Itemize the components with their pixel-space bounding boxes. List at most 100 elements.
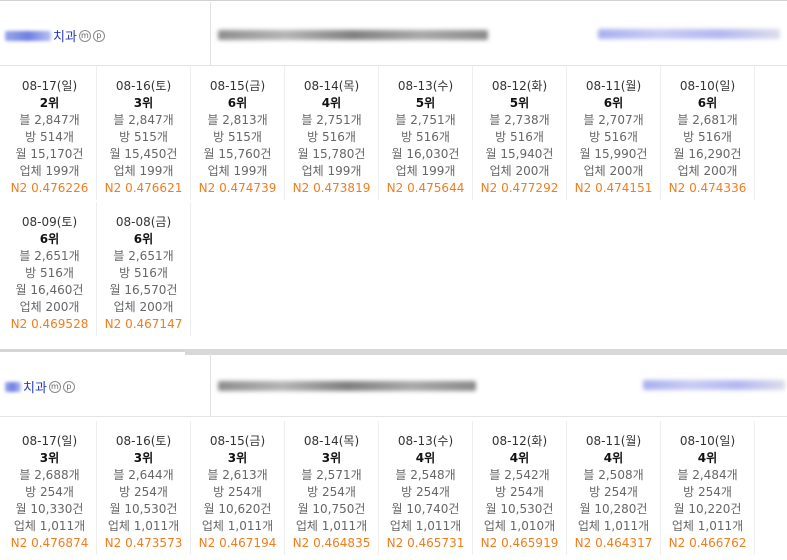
cell-n2-score: N2 0.465731 [386, 536, 465, 550]
redacted-keyword [598, 29, 780, 39]
cell-rank: 5위 [415, 96, 436, 110]
cell-bang-count: 방 254개 [495, 485, 544, 499]
cell-bang-count: 방 516개 [307, 130, 356, 144]
cell-n2-score: N2 0.477292 [480, 181, 559, 195]
cell-blog-count: 블 2,484개 [677, 468, 738, 482]
cell-date: 08-15(금) [209, 79, 266, 93]
cell-business-count: 업체 1,011개 [13, 519, 86, 533]
cell-monthly-count: 월 16,460건 [15, 283, 84, 297]
cell-date: 08-12(화) [491, 434, 548, 448]
cell-rank: 3위 [133, 451, 154, 465]
cell-bang-count: 방 516개 [119, 266, 168, 280]
cell-date: 08-15(금) [209, 434, 266, 448]
cell-monthly-count: 월 15,780건 [297, 147, 366, 161]
header-bottom-rule [0, 416, 787, 417]
cell-business-count: 업체 200개 [19, 300, 80, 314]
header-separator [210, 2, 211, 66]
daily-stat-cell: 08-13(수) 5위 블 2,751개 방 516개 월 16,030건 업체 199개… [379, 66, 473, 200]
cell-n2-score: N2 0.473819 [292, 181, 371, 195]
cell-business-count: 업체 1,010개 [483, 519, 556, 533]
cell-date: 08-14(목) [303, 79, 360, 93]
pc-p-icon[interactable]: p [62, 380, 75, 393]
mobile-m-icon[interactable]: m [78, 29, 91, 42]
cell-blog-count: 블 2,847개 [19, 113, 80, 127]
cell-monthly-count: 월 10,330건 [15, 502, 84, 516]
cell-rank: 6위 [133, 232, 154, 246]
daily-stat-cell: 08-11(월) 6위 블 2,707개 방 516개 월 15,990건 업체 200개… [567, 66, 661, 200]
clinic-name-suffix[interactable]: 치과 [23, 377, 47, 396]
cell-monthly-count: 월 15,450건 [109, 147, 178, 161]
cell-rank: 6위 [39, 232, 60, 246]
daily-stat-cell: 08-08(금) 6위 블 2,651개 방 516개 월 16,570건 업체 200개… [97, 202, 191, 336]
cell-business-count: 업체 199개 [113, 164, 174, 178]
daily-stat-cell: 08-17(일) 2위 블 2,847개 방 514개 월 15,170건 업체 199개… [3, 66, 97, 200]
clinic-link[interactable]: 치과 m p [5, 26, 105, 45]
cell-rank: 4위 [603, 451, 624, 465]
cell-rank: 6위 [603, 96, 624, 110]
cell-rank: 4위 [415, 451, 436, 465]
cell-n2-score: N2 0.474151 [574, 181, 653, 195]
cell-bang-count: 방 254개 [589, 485, 638, 499]
cell-n2-score: N2 0.476226 [10, 181, 89, 195]
daily-stat-cell: 08-16(토) 3위 블 2,847개 방 515개 월 15,450건 업체 199개… [97, 66, 191, 200]
cell-bang-count: 방 254개 [401, 485, 450, 499]
cell-monthly-count: 월 10,280건 [579, 502, 648, 516]
cell-bang-count: 방 515개 [213, 130, 262, 144]
cell-n2-score: N2 0.464317 [574, 536, 653, 550]
cell-n2-score: N2 0.476874 [10, 536, 89, 550]
cell-date: 08-13(수) [397, 79, 454, 93]
cell-n2-score: N2 0.473573 [104, 536, 183, 550]
cell-monthly-count: 월 15,760건 [203, 147, 272, 161]
cell-date: 08-13(수) [397, 434, 454, 448]
cell-monthly-count: 월 16,030건 [391, 147, 460, 161]
cell-n2-score: N2 0.467194 [198, 536, 277, 550]
cell-blog-count: 블 2,681개 [677, 113, 738, 127]
cell-n2-score: N2 0.466762 [668, 536, 747, 550]
section-divider [0, 0, 787, 1]
daily-stat-cell: 08-09(토) 6위 블 2,651개 방 516개 월 16,460건 업체 200개… [3, 202, 97, 336]
cell-bang-count: 방 516개 [495, 130, 544, 144]
cell-monthly-count: 월 15,170건 [15, 147, 84, 161]
cell-blog-count: 블 2,548개 [395, 468, 456, 482]
cell-business-count: 업체 199개 [207, 164, 268, 178]
redacted-url [218, 381, 476, 391]
cell-business-count: 업체 200개 [677, 164, 738, 178]
cell-n2-score: N2 0.476621 [104, 181, 183, 195]
cell-date: 08-10(일) [679, 79, 736, 93]
cell-monthly-count: 월 10,740건 [391, 502, 460, 516]
cell-blog-count: 블 2,738개 [489, 113, 550, 127]
cell-monthly-count: 월 10,620건 [203, 502, 272, 516]
cell-business-count: 업체 199개 [19, 164, 80, 178]
cell-business-count: 업체 1,011개 [671, 519, 744, 533]
cell-bang-count: 방 516개 [25, 266, 74, 280]
clinic-link[interactable]: 치과 m p [5, 377, 75, 396]
cell-date: 08-11(월) [585, 434, 642, 448]
clinic-name-suffix[interactable]: 치과 [53, 26, 77, 45]
daily-stat-cell: 08-12(화) 4위 블 2,542개 방 254개 월 10,530건 업체 1,01… [473, 421, 567, 555]
pc-p-icon[interactable]: p [92, 29, 105, 42]
cell-blog-count: 블 2,751개 [301, 113, 362, 127]
redacted-clinic-name [5, 381, 21, 392]
mobile-m-icon[interactable]: m [48, 380, 61, 393]
cell-business-count: 업체 200개 [489, 164, 550, 178]
cell-rank: 3위 [39, 451, 60, 465]
cell-rank: 2위 [39, 96, 60, 110]
cell-rank: 3위 [227, 451, 248, 465]
redacted-keyword [643, 380, 785, 390]
clinic-section-2: 치과 m p 08-17(일) 3위 블 2,688개 방 254개 월 10,330건… [0, 349, 787, 560]
cell-date: 08-10(일) [679, 434, 736, 448]
cell-bang-count: 방 516개 [589, 130, 638, 144]
cell-bang-count: 방 254개 [119, 485, 168, 499]
cell-rank: 4위 [509, 451, 530, 465]
cell-monthly-count: 월 15,990건 [579, 147, 648, 161]
cell-bang-count: 방 515개 [119, 130, 168, 144]
cell-bang-count: 방 254개 [307, 485, 356, 499]
cell-blog-count: 블 2,613개 [207, 468, 268, 482]
daily-stat-cell: 08-10(일) 4위 블 2,484개 방 254개 월 10,220건 업체 1,01… [661, 421, 755, 555]
daily-stat-cell: 08-10(일) 6위 블 2,681개 방 516개 월 16,290건 업체 200개… [661, 66, 755, 200]
cell-blog-count: 블 2,644개 [113, 468, 174, 482]
header-separator [210, 353, 211, 417]
cell-monthly-count: 월 16,290건 [673, 147, 742, 161]
daily-stat-cell: 08-14(목) 3위 블 2,571개 방 254개 월 10,750건 업체 1,01… [285, 421, 379, 555]
daily-stat-cell: 08-13(수) 4위 블 2,548개 방 254개 월 10,740건 업체 1,01… [379, 421, 473, 555]
